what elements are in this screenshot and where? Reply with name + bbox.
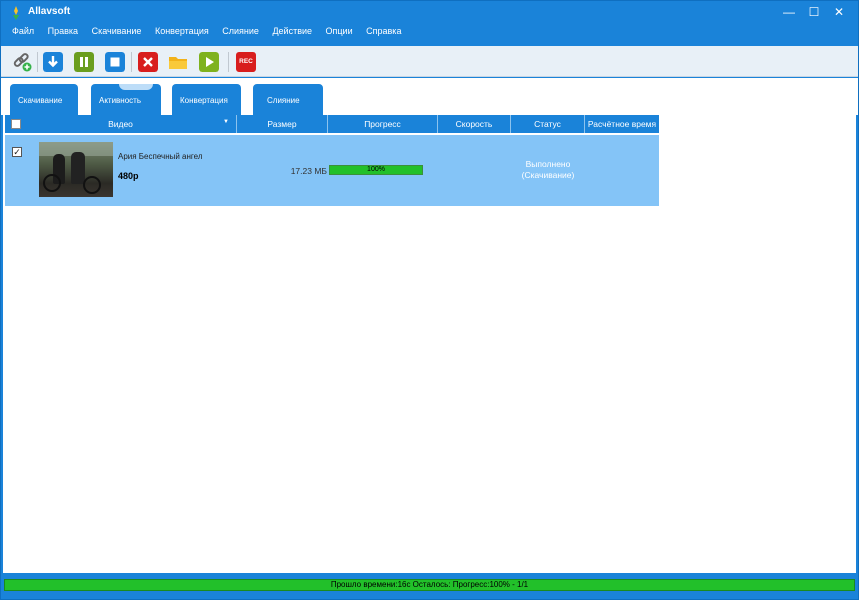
menu-download[interactable]: Скачивание <box>92 24 142 36</box>
maximize-button[interactable]: ☐ <box>802 4 826 20</box>
menu-action[interactable]: Действие <box>272 24 312 36</box>
menu-file[interactable]: Файл <box>12 24 34 36</box>
tab-convert[interactable]: Конвертация <box>172 84 241 115</box>
menu-merge[interactable]: Слияние <box>222 24 259 36</box>
video-quality: 480p <box>118 171 139 181</box>
column-eta[interactable]: Расчётное время <box>585 115 659 133</box>
menu-bar: Файл Правка Скачивание Конвертация Слиян… <box>1 24 858 40</box>
app-window: Allavsoft — ☐ ✕ Файл Правка Скачивание К… <box>0 0 859 600</box>
menu-help[interactable]: Справка <box>366 24 401 36</box>
toolbar-separator <box>228 52 229 72</box>
app-logo-icon <box>13 6 19 20</box>
title-bar[interactable]: Allavsoft — ☐ ✕ <box>1 1 858 25</box>
tab-merge[interactable]: Слияние <box>253 84 323 115</box>
progress-label: 100% <box>367 166 385 173</box>
video-title: Ария Беспечный ангел <box>118 152 203 161</box>
status-detail: (Скачивание) <box>521 170 575 180</box>
progress-bar: 100% <box>329 165 423 175</box>
table-row[interactable]: ✓ Ария Беспечный ангел 480p 17.23 MБ 100… <box>5 135 659 206</box>
task-list-panel: Видео ▼ Размер Прогресс Скорость Статус … <box>3 115 856 573</box>
folder-icon[interactable] <box>168 52 188 72</box>
column-size[interactable]: Размер <box>237 115 328 133</box>
row-checkbox[interactable]: ✓ <box>12 147 22 157</box>
menu-edit[interactable]: Правка <box>48 24 78 36</box>
table-header: Видео ▼ Размер Прогресс Скорость Статус … <box>5 115 659 133</box>
status-text: Выполнено (Скачивание) <box>511 159 585 181</box>
toolbar-separator <box>131 52 132 72</box>
tab-strip: Скачивание Активность Конвертация Слияни… <box>1 78 858 115</box>
video-thumbnail <box>39 142 113 197</box>
video-size: 17.23 MБ <box>290 166 327 176</box>
column-speed[interactable]: Скорость <box>438 115 511 133</box>
menu-convert[interactable]: Конвертация <box>155 24 209 36</box>
column-progress[interactable]: Прогресс <box>328 115 438 133</box>
status-bar: Прошло времени:16с Осталось: Прогресс:10… <box>4 579 855 591</box>
record-icon[interactable]: REC <box>236 52 256 72</box>
tab-activity[interactable]: Активность <box>91 84 161 115</box>
toolbar-separator <box>37 52 38 72</box>
menu-options[interactable]: Опции <box>326 24 353 36</box>
status-bar-text: Прошло времени:16с Осталось: Прогресс:10… <box>330 580 529 589</box>
delete-icon[interactable] <box>138 52 158 72</box>
tab-download[interactable]: Скачивание <box>10 84 78 115</box>
minimize-button[interactable]: — <box>777 4 801 20</box>
toolbar: REC <box>1 46 858 77</box>
status-line: Выполнено <box>525 159 571 169</box>
pause-icon[interactable] <box>74 52 94 72</box>
download-icon[interactable] <box>43 52 63 72</box>
add-link-icon[interactable] <box>12 52 32 72</box>
column-status[interactable]: Статус <box>511 115 585 133</box>
sort-arrow-icon: ▼ <box>223 119 229 125</box>
play-icon[interactable] <box>199 52 219 72</box>
app-title: Allavsoft <box>28 6 71 17</box>
column-video[interactable]: Видео <box>5 115 237 133</box>
close-window-button[interactable]: ✕ <box>827 4 851 20</box>
stop-icon[interactable] <box>105 52 125 72</box>
